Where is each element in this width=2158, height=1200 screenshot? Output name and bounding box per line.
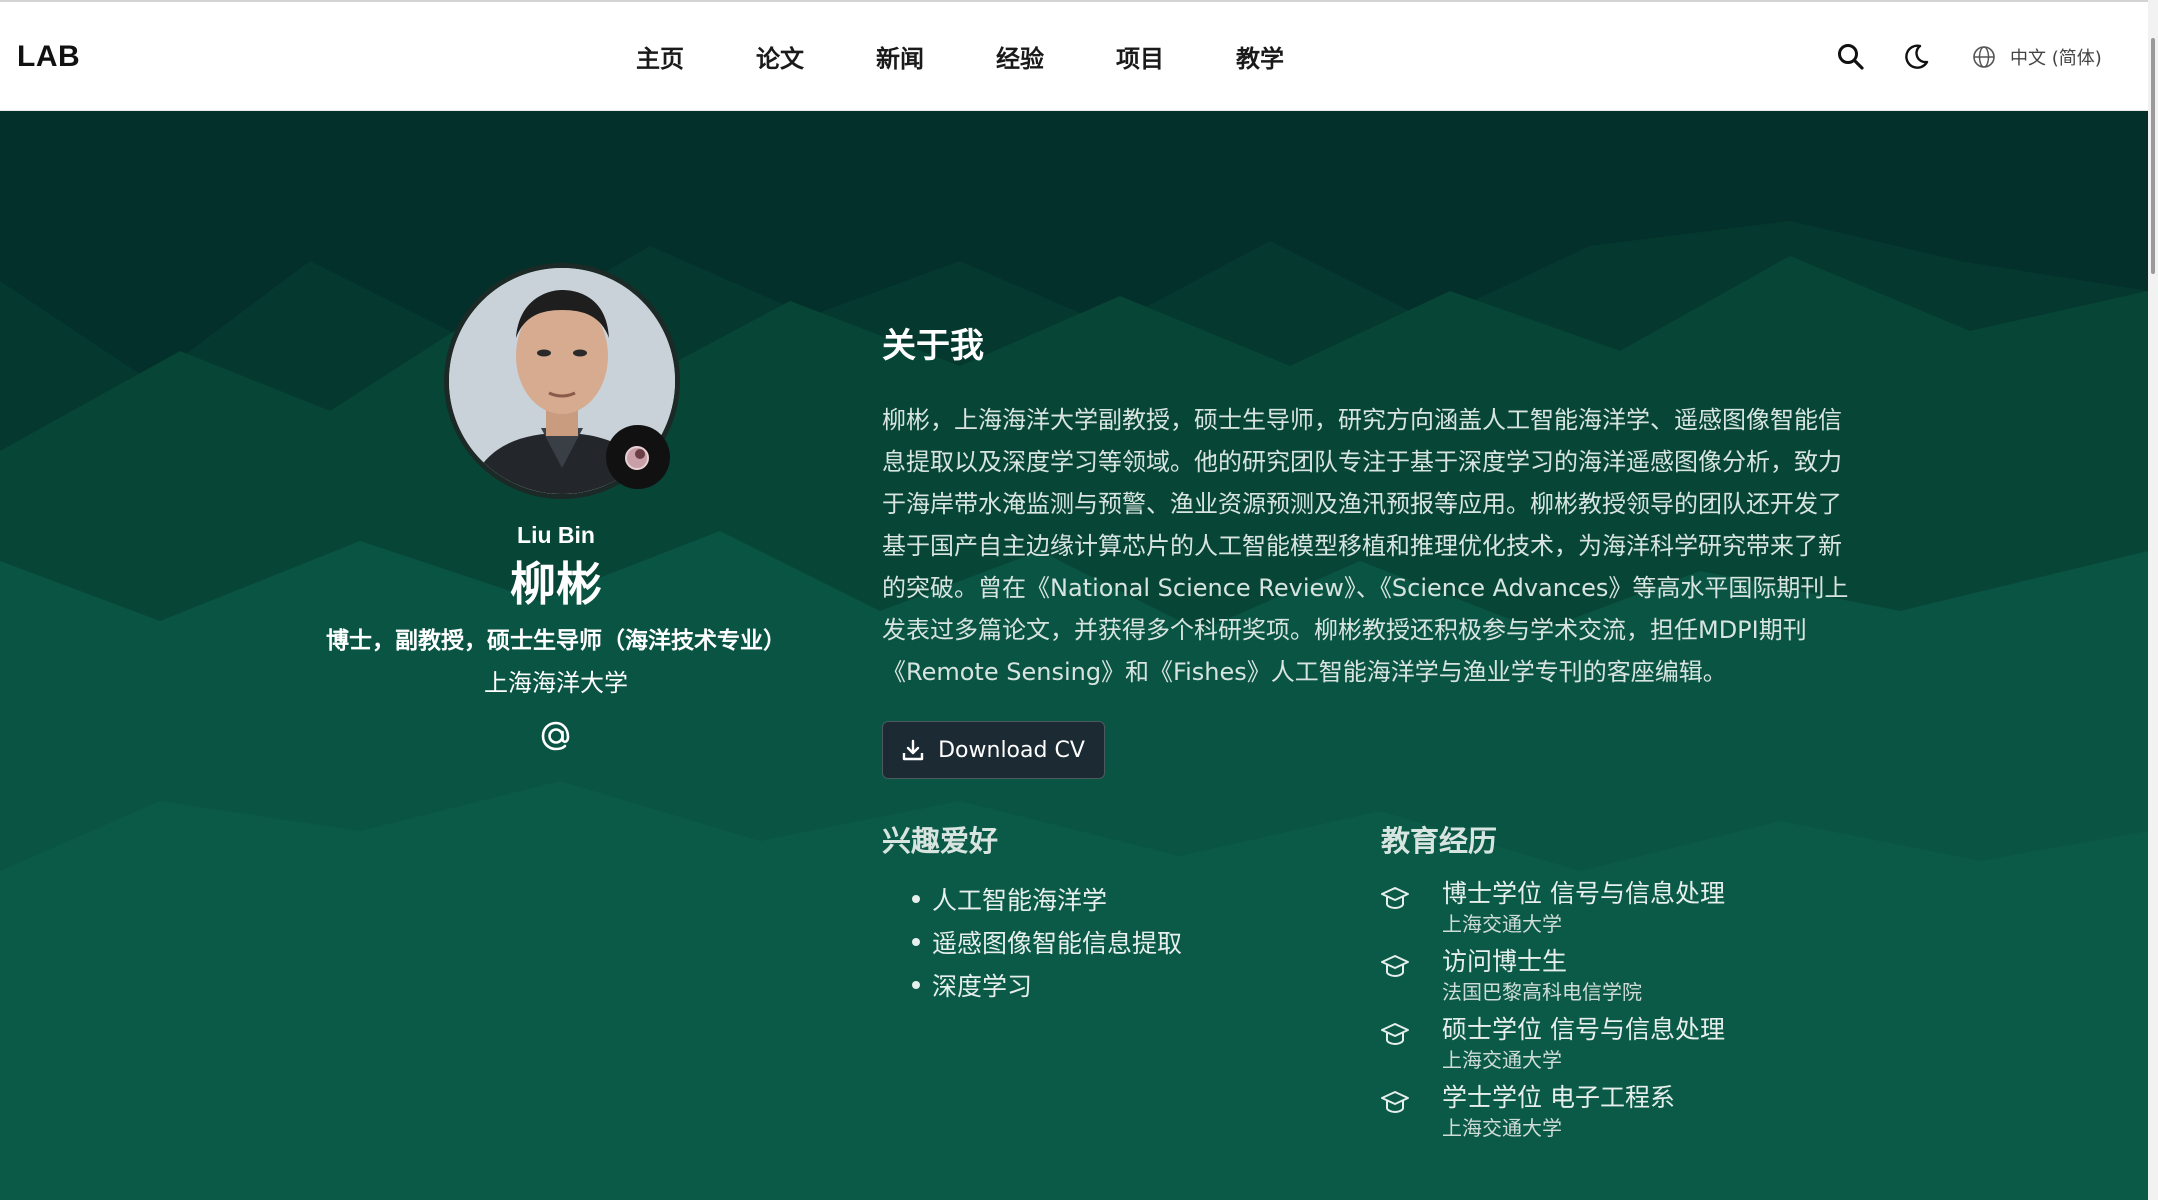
- education-list: 博士学位 信号与信息处理 上海交通大学 访问博士生 法国巴黎高科电信学院 硕士学…: [1380, 877, 1725, 1149]
- nav-news[interactable]: 新闻: [840, 39, 960, 74]
- language-label: 中文 (简体): [2010, 48, 2102, 69]
- name-chinese: 柳彬: [510, 557, 602, 611]
- nav-papers[interactable]: 论文: [720, 39, 840, 74]
- graduation-cap-icon: [1381, 1023, 1409, 1045]
- graduation-cap-icon: [1381, 955, 1409, 977]
- graduation-cap-icon: [1381, 887, 1409, 909]
- hero-section: Liu Bin 柳彬 博士，副教授，硕士生导师（海洋技术专业） 上海海洋大学 关…: [0, 111, 2148, 1200]
- interests-title: 兴趣爱好: [882, 824, 999, 858]
- top-navbar: LAB 主页 论文 新闻 经验 项目 教学 中文 (简体): [0, 0, 2158, 111]
- education-school: 上海交通大学: [1442, 912, 1562, 936]
- education-item: 硕士学位 信号与信息处理 上海交通大学: [1380, 1013, 1725, 1081]
- globe-icon: [1973, 46, 1995, 68]
- education-degree: 访问博士生: [1442, 947, 1568, 976]
- education-item: 博士学位 信号与信息处理 上海交通大学: [1380, 877, 1725, 945]
- interest-item: 人工智能海洋学: [912, 877, 1182, 920]
- graduation-cap-icon: [1381, 1091, 1409, 1113]
- education-degree: 硕士学位 信号与信息处理: [1442, 1015, 1725, 1044]
- education-degree: 博士学位 信号与信息处理: [1442, 879, 1725, 908]
- education-item: 学士学位 电子工程系 上海交通大学: [1380, 1081, 1725, 1149]
- coffee-cup-icon: [625, 446, 649, 470]
- interest-item: 遥感图像智能信息提取: [912, 920, 1182, 963]
- scrollbar[interactable]: [2148, 0, 2158, 1200]
- education-school: 上海交通大学: [1442, 1048, 1562, 1072]
- download-icon: [902, 739, 924, 761]
- education-school: 法国巴黎高科电信学院: [1442, 980, 1642, 1004]
- education-item: 访问博士生 法国巴黎高科电信学院: [1380, 945, 1725, 1013]
- nav-teaching[interactable]: 教学: [1200, 39, 1320, 74]
- education-school: 上海交通大学: [1442, 1116, 1562, 1140]
- education-degree: 学士学位 电子工程系: [1442, 1083, 1675, 1112]
- nav-experience[interactable]: 经验: [960, 39, 1080, 74]
- avatar-status-badge[interactable]: [606, 425, 670, 489]
- profile-role: 博士，副教授，硕士生导师（海洋技术专业）: [326, 628, 786, 654]
- site-logo[interactable]: LAB: [17, 40, 80, 74]
- moon-icon[interactable]: [1901, 42, 1931, 72]
- download-cv-button[interactable]: Download CV: [882, 721, 1105, 779]
- language-switcher[interactable]: 中文 (简体): [1972, 44, 2102, 70]
- download-cv-label: Download CV: [938, 737, 1085, 763]
- nav-projects[interactable]: 项目: [1080, 39, 1200, 74]
- at-icon[interactable]: [538, 718, 574, 754]
- interests-list: 人工智能海洋学 遥感图像智能信息提取 深度学习: [912, 877, 1182, 1006]
- nav-home[interactable]: 主页: [600, 39, 720, 74]
- about-bio: 柳彬，上海海洋大学副教授，硕士生导师，研究方向涵盖人工智能海洋学、遥感图像智能信…: [882, 406, 1849, 686]
- main-nav: 主页 论文 新闻 经验 项目 教学: [600, 39, 1320, 74]
- search-icon[interactable]: [1836, 42, 1866, 72]
- scrollbar-thumb[interactable]: [2151, 38, 2155, 274]
- interest-item: 深度学习: [912, 963, 1182, 1006]
- about-title: 关于我: [882, 326, 984, 366]
- education-title: 教育经历: [1381, 824, 1498, 858]
- profile-organization: 上海海洋大学: [484, 669, 628, 697]
- name-english: Liu Bin: [517, 522, 595, 548]
